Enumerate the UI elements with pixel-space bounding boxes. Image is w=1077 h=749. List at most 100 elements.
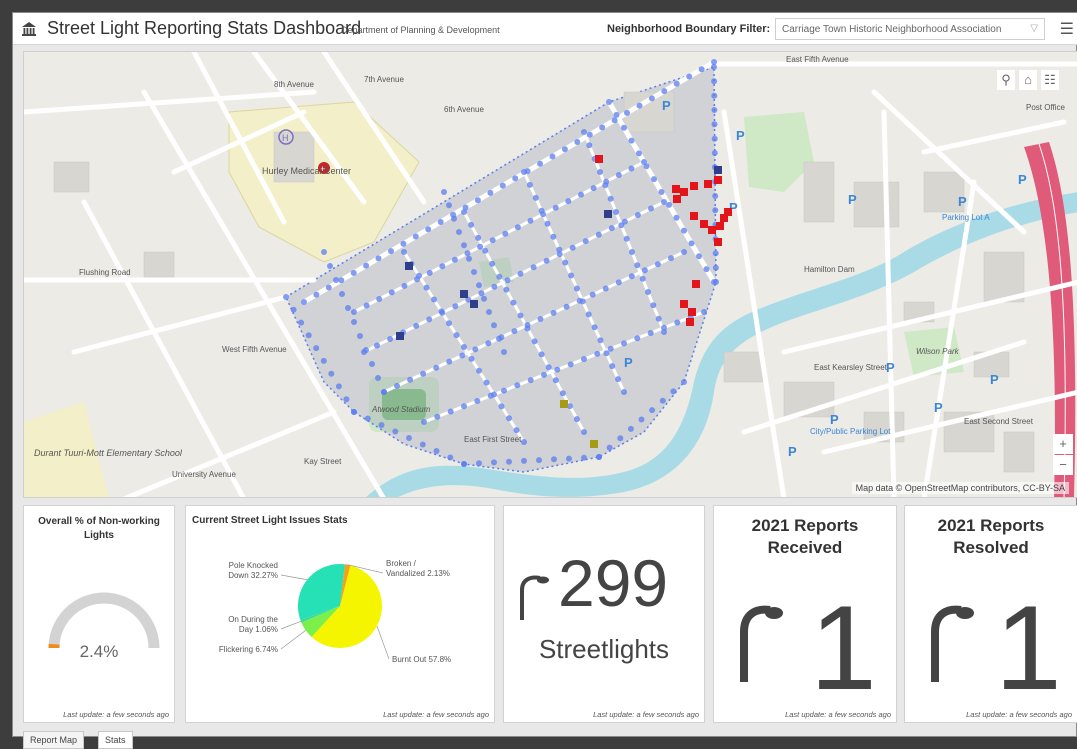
streetlight-point[interactable] xyxy=(363,263,369,269)
streetlight-point[interactable] xyxy=(666,202,672,208)
streetlight-point[interactable] xyxy=(477,244,483,250)
streetlight-point[interactable] xyxy=(394,383,400,389)
streetlight-point[interactable] xyxy=(301,299,307,305)
streetlight-point[interactable] xyxy=(313,345,319,351)
streetlight-point[interactable] xyxy=(475,197,481,203)
streetlight-point[interactable] xyxy=(537,161,543,167)
streetlight-point[interactable] xyxy=(599,125,605,131)
streetlight-point[interactable] xyxy=(491,392,497,398)
streetlight-point[interactable] xyxy=(506,415,512,421)
streetlight-point[interactable] xyxy=(343,396,349,402)
map-attribution[interactable]: Map data © OpenStreetMap contributors, C… xyxy=(852,482,1069,494)
streetlight-point[interactable] xyxy=(545,221,551,227)
streetlight-point[interactable] xyxy=(550,234,556,240)
report-marker[interactable] xyxy=(680,300,688,308)
streetlight-point[interactable] xyxy=(351,409,357,415)
streetlight-point[interactable] xyxy=(689,240,695,246)
streetlight-point[interactable] xyxy=(621,125,627,131)
report-marker[interactable] xyxy=(672,185,680,193)
streetlight-point[interactable] xyxy=(581,356,587,362)
streetlight-point[interactable] xyxy=(566,456,572,462)
streetlight-point[interactable] xyxy=(489,261,495,267)
streetlight-point[interactable] xyxy=(538,316,544,322)
streetlight-point[interactable] xyxy=(541,372,547,378)
streetlight-point[interactable] xyxy=(636,150,642,156)
report-marker[interactable] xyxy=(714,176,722,184)
streetlight-point[interactable] xyxy=(321,249,327,255)
streetlight-point[interactable] xyxy=(499,403,505,409)
streetlight-point[interactable] xyxy=(578,192,584,198)
streetlight-point[interactable] xyxy=(711,107,717,113)
streetlight-point[interactable] xyxy=(704,266,710,272)
streetlight-point[interactable] xyxy=(502,231,508,237)
streetlight-point[interactable] xyxy=(651,176,657,182)
streetlight-point[interactable] xyxy=(621,389,627,395)
streetlight-point[interactable] xyxy=(475,235,481,241)
streetlight-point[interactable] xyxy=(363,347,369,353)
streetlight-point[interactable] xyxy=(686,74,692,80)
streetlight-point[interactable] xyxy=(712,207,718,213)
streetlight-point[interactable] xyxy=(553,205,559,211)
report-marker[interactable] xyxy=(396,332,404,340)
streetlight-point[interactable] xyxy=(527,182,533,188)
streetlight-point[interactable] xyxy=(637,103,643,109)
streetlight-point[interactable] xyxy=(376,255,382,261)
streetlight-point[interactable] xyxy=(487,190,493,196)
streetlight-point[interactable] xyxy=(459,353,465,359)
streetlight-point[interactable] xyxy=(339,291,345,297)
home-icon[interactable]: ⌂ xyxy=(1019,70,1037,90)
report-marker[interactable] xyxy=(460,290,468,298)
report-marker[interactable] xyxy=(714,238,722,246)
streetlight-point[interactable] xyxy=(564,304,570,310)
streetlight-point[interactable] xyxy=(551,310,557,316)
streetlight-point[interactable] xyxy=(696,253,702,259)
streetlight-point[interactable] xyxy=(613,209,619,215)
streetlight-point[interactable] xyxy=(400,241,406,247)
report-marker[interactable] xyxy=(604,210,612,218)
streetlight-point[interactable] xyxy=(501,349,507,355)
streetlight-point[interactable] xyxy=(644,163,650,169)
streetlight-point[interactable] xyxy=(581,129,587,135)
streetlight-point[interactable] xyxy=(609,363,615,369)
streetlight-point[interactable] xyxy=(518,313,524,319)
streetlight-point[interactable] xyxy=(712,150,718,156)
streetlight-point[interactable] xyxy=(642,267,648,273)
streetlight-point[interactable] xyxy=(562,146,568,152)
streetlight-point[interactable] xyxy=(388,248,394,254)
zoom-out-button[interactable]: − xyxy=(1053,455,1073,475)
report-marker[interactable] xyxy=(716,222,724,230)
streetlight-point[interactable] xyxy=(674,320,680,326)
streetlight-point[interactable] xyxy=(525,326,531,332)
streetlight-point[interactable] xyxy=(345,305,351,311)
streetlight-point[interactable] xyxy=(351,270,357,276)
streetlight-point[interactable] xyxy=(434,448,440,454)
streetlight-point[interactable] xyxy=(532,338,538,344)
streetlight-point[interactable] xyxy=(482,248,488,254)
streetlight-point[interactable] xyxy=(551,456,557,462)
streetlight-point[interactable] xyxy=(628,426,634,432)
streetlight-point[interactable] xyxy=(681,249,687,255)
streetlight-point[interactable] xyxy=(441,189,447,195)
streetlight-point[interactable] xyxy=(711,78,717,84)
streetlight-point[interactable] xyxy=(612,117,618,123)
streetlight-point[interactable] xyxy=(596,232,602,238)
streetlight-point[interactable] xyxy=(465,250,471,256)
streetlight-point[interactable] xyxy=(603,286,609,292)
streetlight-point[interactable] xyxy=(416,273,422,279)
streetlight-point[interactable] xyxy=(439,263,445,269)
map-view[interactable]: + H PPP PPP PPP PPP Hurley Medical Cente… xyxy=(23,51,1077,498)
streetlight-point[interactable] xyxy=(602,182,608,188)
streetlight-point[interactable] xyxy=(426,316,432,322)
streetlight-point[interactable] xyxy=(634,335,640,341)
streetlight-point[interactable] xyxy=(476,368,482,374)
streetlight-point[interactable] xyxy=(681,379,687,385)
streetlight-point[interactable] xyxy=(503,287,509,293)
streetlight-point[interactable] xyxy=(438,219,444,225)
streetlight-point[interactable] xyxy=(618,222,624,228)
streetlight-point[interactable] xyxy=(645,289,651,295)
streetlight-point[interactable] xyxy=(639,417,645,423)
report-marker[interactable] xyxy=(692,280,700,288)
streetlight-point[interactable] xyxy=(597,169,603,175)
streetlight-point[interactable] xyxy=(712,136,718,142)
tab-report-map[interactable]: Report Map xyxy=(23,731,84,749)
